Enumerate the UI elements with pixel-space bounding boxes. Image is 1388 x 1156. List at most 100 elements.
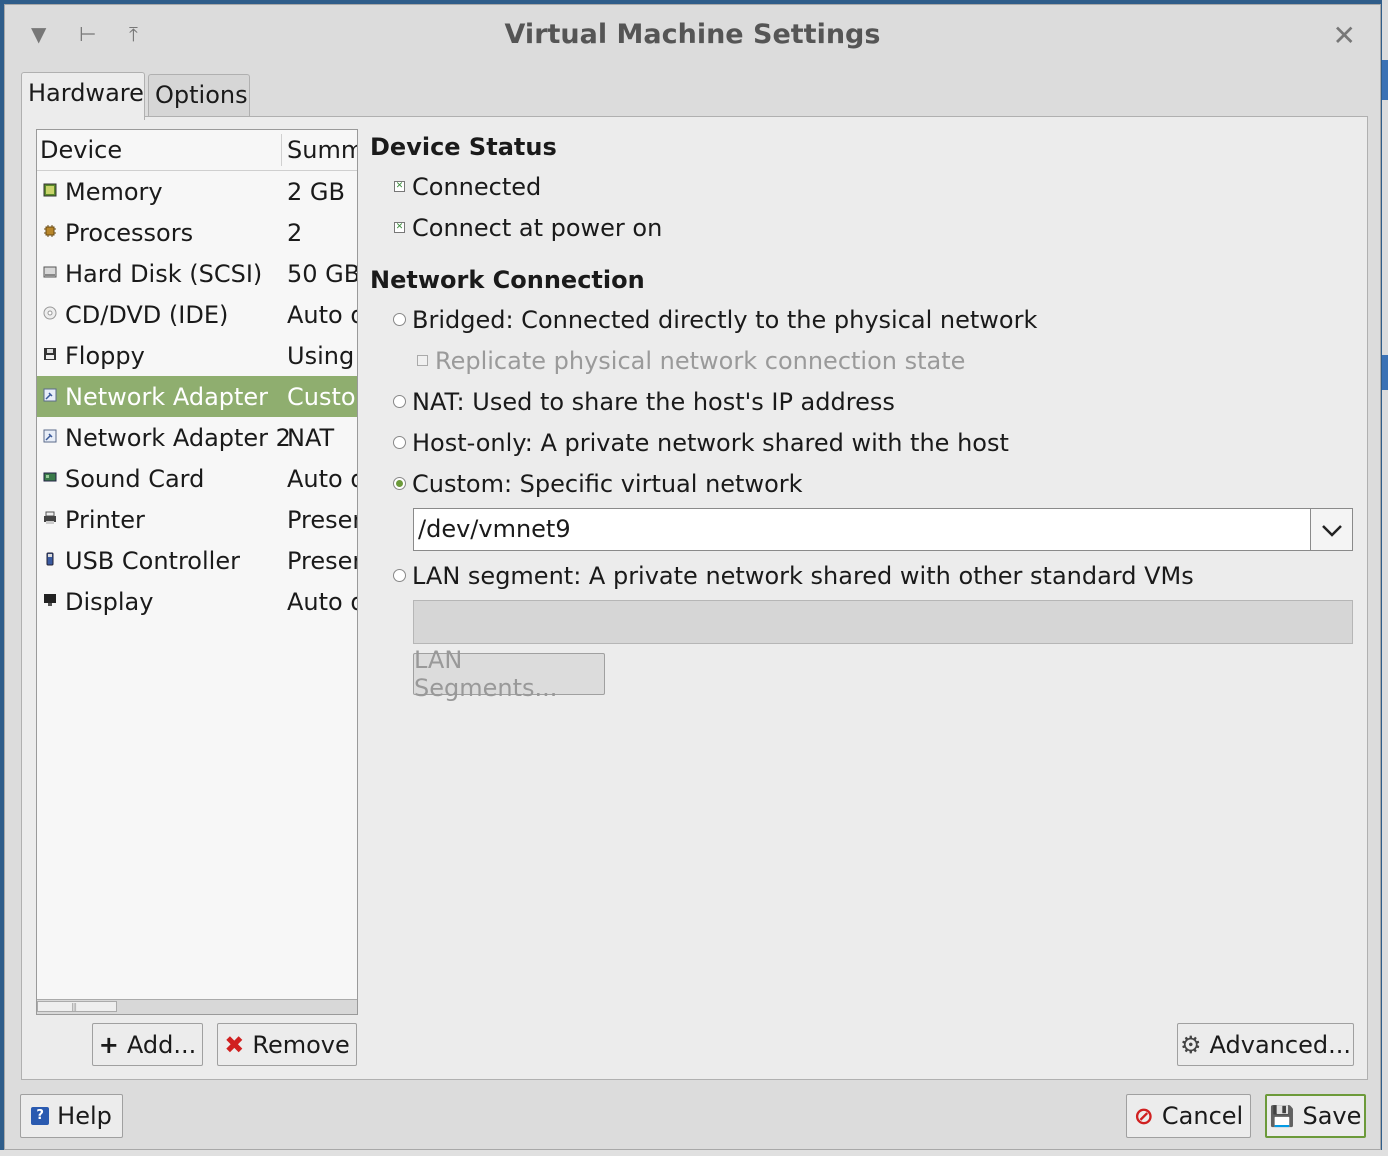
tab-options[interactable]: Options	[148, 74, 250, 118]
cancel-button[interactable]: ⊘ Cancel	[1126, 1094, 1251, 1138]
device-row-floppy[interactable]: Floppy Using	[37, 335, 357, 376]
scrollbar-thumb[interactable]	[37, 1001, 117, 1012]
hardware-panel: Device Summ Memory 2 GB Processors 2 Har…	[21, 116, 1368, 1080]
remove-icon: ✖	[224, 1030, 245, 1059]
add-button-label: Add...	[126, 1030, 197, 1059]
network-adapter-icon	[43, 388, 57, 402]
advanced-button[interactable]: ⚙ Advanced...	[1177, 1023, 1354, 1066]
tab-hardware[interactable]: Hardware	[21, 72, 145, 120]
help-button[interactable]: ? Help	[20, 1094, 123, 1138]
gear-icon: ⚙	[1180, 1030, 1202, 1059]
device-name: USB Controller	[65, 547, 240, 575]
settings-dialog: ▼ ⊢ ⤒ Virtual Machine Settings ✕ Hardwar…	[4, 4, 1381, 1150]
device-summary: Presen	[287, 547, 357, 575]
device-summary: Presen	[287, 506, 357, 534]
cancel-button-label: Cancel	[1161, 1102, 1244, 1130]
sound-card-icon	[43, 472, 57, 482]
device-name: Hard Disk (SCSI)	[65, 260, 263, 288]
custom-radio[interactable]	[393, 477, 406, 490]
device-row-cd-dvd[interactable]: CD/DVD (IDE) Auto d	[37, 294, 357, 335]
close-icon[interactable]: ✕	[1333, 19, 1356, 52]
save-button-label: Save	[1302, 1102, 1362, 1130]
lan-segment-radio[interactable]	[393, 569, 406, 582]
custom-network-value: /dev/vmnet9	[418, 515, 571, 543]
memory-icon	[43, 183, 57, 197]
device-name: CD/DVD (IDE)	[65, 301, 229, 329]
add-button[interactable]: + Add...	[92, 1023, 203, 1066]
connect-at-power-on-checkbox[interactable]: ✕	[394, 222, 405, 233]
device-summary: Using	[287, 342, 355, 370]
device-row-sound-card[interactable]: Sound Card Auto d	[37, 458, 357, 499]
help-icon: ?	[31, 1107, 50, 1125]
custom-network-select[interactable]: /dev/vmnet9	[413, 508, 1353, 551]
network-adapter-icon	[43, 429, 57, 443]
remove-button[interactable]: ✖ Remove	[217, 1023, 357, 1066]
device-summary: Auto d	[287, 465, 358, 493]
device-summary: 2 GB	[287, 178, 345, 206]
custom-label[interactable]: Custom: Specific virtual network	[412, 470, 803, 498]
plus-icon: +	[98, 1030, 119, 1059]
title-bar: ▼ ⊢ ⤒ Virtual Machine Settings ✕	[5, 5, 1380, 65]
chevron-down-icon[interactable]	[1310, 509, 1352, 550]
device-name: Sound Card	[65, 465, 205, 493]
window-title: Virtual Machine Settings	[504, 19, 881, 50]
device-row-network-adapter-2[interactable]: Network Adapter 2 NAT	[37, 417, 357, 458]
cd-dvd-icon	[43, 306, 57, 320]
device-row-display[interactable]: Display Auto d	[37, 581, 357, 622]
host-only-radio[interactable]	[393, 436, 406, 449]
usb-icon	[46, 552, 54, 566]
summary-column-header[interactable]: Summ	[287, 136, 357, 164]
hard-disk-icon	[43, 266, 57, 278]
network-connection-heading: Network Connection	[370, 266, 645, 294]
replicate-checkbox[interactable]	[417, 355, 428, 366]
advanced-button-label: Advanced...	[1209, 1030, 1351, 1059]
device-name: Processors	[65, 219, 194, 247]
device-summary: 2	[287, 219, 303, 247]
device-name: Printer	[65, 506, 145, 534]
help-button-label: Help	[57, 1102, 112, 1130]
device-summary: Auto d	[287, 588, 358, 616]
device-row-hard-disk[interactable]: Hard Disk (SCSI) 50 GB	[37, 253, 357, 294]
cancel-icon: ⊘	[1133, 1102, 1154, 1130]
device-list: Device Summ Memory 2 GB Processors 2 Har…	[36, 129, 358, 1015]
lan-segments-button[interactable]: LAN Segments...	[413, 646, 605, 702]
device-summary: Custom	[287, 383, 357, 411]
connect-at-power-on-label[interactable]: Connect at power on	[412, 214, 662, 242]
connected-checkbox[interactable]: ✕	[394, 181, 405, 192]
device-row-usb-controller[interactable]: USB Controller Presen	[37, 540, 357, 581]
processor-icon	[44, 225, 56, 237]
save-icon: 💾	[1269, 1104, 1295, 1128]
host-only-label[interactable]: Host-only: A private network shared with…	[412, 429, 1009, 457]
device-summary: Auto d	[287, 301, 358, 329]
desktop-bottom	[0, 1150, 1388, 1156]
bridged-radio[interactable]	[393, 313, 406, 326]
save-button[interactable]: 💾 Save	[1265, 1094, 1366, 1138]
printer-icon	[44, 511, 56, 524]
device-summary: NAT	[287, 424, 335, 452]
device-summary: 50 GB	[287, 260, 358, 288]
device-row-processors[interactable]: Processors 2	[37, 212, 357, 253]
remove-button-label: Remove	[252, 1030, 350, 1059]
connected-label[interactable]: Connected	[412, 173, 541, 201]
device-status-heading: Device Status	[370, 133, 557, 161]
lan-segment-select[interactable]	[413, 600, 1353, 644]
device-name: Display	[65, 588, 154, 616]
replicate-label[interactable]: Replicate physical network connection st…	[435, 347, 965, 375]
device-list-header: Device Summ	[37, 130, 357, 171]
lan-segment-label[interactable]: LAN segment: A private network shared wi…	[412, 562, 1194, 590]
nat-radio[interactable]	[393, 395, 406, 408]
device-name: Memory	[65, 178, 163, 206]
device-name: Network Adapter 2	[65, 424, 291, 452]
bridged-label[interactable]: Bridged: Connected directly to the physi…	[412, 306, 1037, 334]
device-row-memory[interactable]: Memory 2 GB	[37, 171, 357, 212]
device-row-printer[interactable]: Printer Presen	[37, 499, 357, 540]
floppy-icon	[44, 348, 56, 360]
device-list-hscrollbar[interactable]: |||	[37, 999, 357, 1014]
device-name: Network Adapter	[65, 383, 269, 411]
desktop-background	[1382, 0, 1388, 1156]
device-row-network-adapter[interactable]: Network Adapter Custom	[37, 376, 357, 417]
device-name: Floppy	[65, 342, 145, 370]
nat-label[interactable]: NAT: Used to share the host's IP address	[412, 388, 895, 416]
lan-segments-button-label: LAN Segments...	[414, 646, 558, 702]
device-column-header[interactable]: Device	[40, 136, 122, 164]
